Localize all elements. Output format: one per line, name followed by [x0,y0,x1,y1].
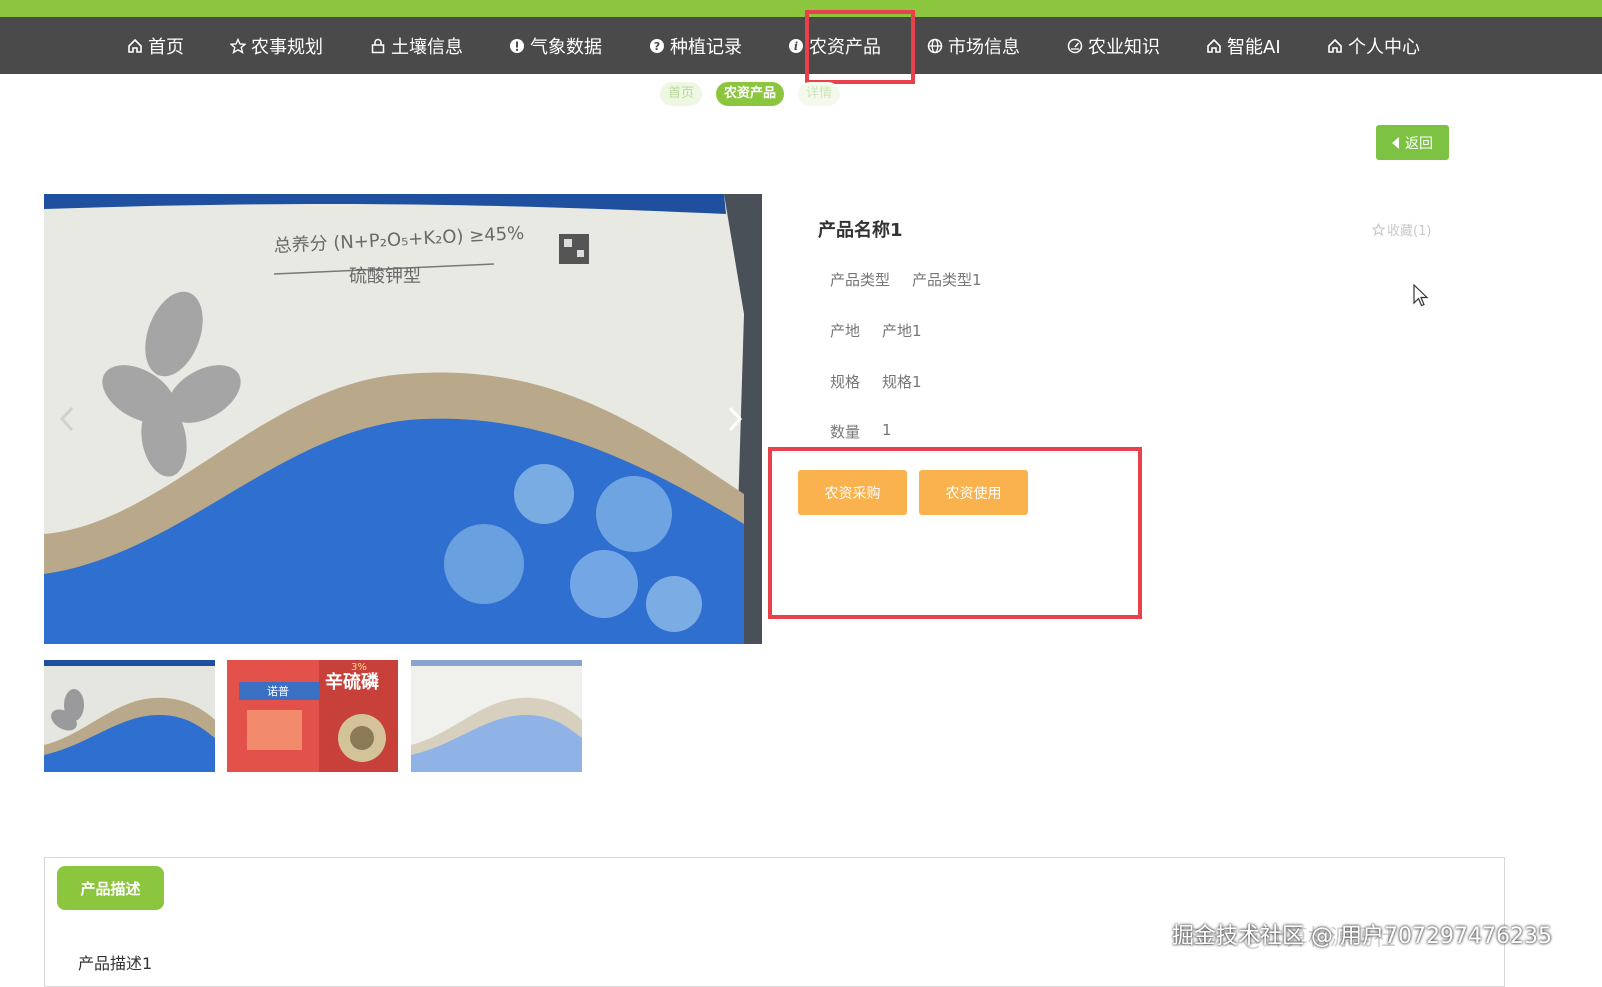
lock-icon [369,37,387,55]
home-icon [1326,37,1344,55]
breadcrumb-home[interactable]: 首页 [660,82,703,106]
nav-item-soil-info[interactable]: 土壤信息 [369,17,463,74]
home-icon [1205,37,1223,55]
nav-item-agri-products[interactable]: i 农资产品 [787,17,881,74]
nav-item-label: 智能AI [1227,36,1281,58]
product-main-image: 总养分 (N+P₂O₅+K₂O) ≥45% 硫酸钾型 [44,194,762,644]
field-value: 产品类型1 [912,271,982,289]
nav-item-label: 农资产品 [809,36,881,58]
star-outline-icon [1372,223,1385,236]
field-label: 产品类型 [830,271,891,289]
nav-item-planting-records[interactable]: ? 种植记录 [648,17,742,74]
product-name: 产品名称1 [818,220,903,241]
field-product-type: 产品类型 产品类型1 [830,269,982,290]
nav-item-label: 土壤信息 [391,36,463,58]
back-button-label: 返回 [1405,135,1433,152]
back-button[interactable]: 返回 [1376,125,1449,160]
main-navbar: 首页 农事规划 土壤信息 气象数据 ? 种植记录 i 农资产品 市场信息 农业知… [0,17,1602,74]
field-label: 规格 [830,373,861,391]
svg-text:?: ? [654,40,660,53]
nav-item-label: 个人中心 [1348,36,1420,58]
nav-item-market-info[interactable]: 市场信息 [926,17,1020,74]
thumbnail-1[interactable] [44,660,215,772]
field-label: 产地 [830,322,861,340]
field-quantity: 数量 1 [830,421,892,442]
alert-icon [508,37,526,55]
field-value: 产地1 [882,322,922,340]
home-icon [126,37,144,55]
nav-item-label: 农事规划 [251,36,323,58]
field-label: 数量 [830,423,861,441]
field-value: 1 [882,421,892,439]
nav-item-label: 市场信息 [948,36,1020,58]
thumb2-tag-text: 诺普 [267,684,289,698]
favorite-label: 收藏(1) [1387,224,1432,239]
description-text: 产品描述1 [78,954,153,973]
nav-item-smart-ai[interactable]: 智能AI [1205,17,1281,74]
chevron-right-icon [728,406,743,432]
question-icon: ? [648,37,666,55]
watermark-juejin: 掘金技术社区 @ 用户7072974762​35 [1172,924,1552,949]
use-button[interactable]: 农资使用 [919,470,1028,515]
bag-text-type: 硫酸钾型 [349,266,421,287]
gauge-icon [1066,37,1084,55]
nav-item-label: 农业知识 [1088,36,1160,58]
purchase-button[interactable]: 农资采购 [798,470,907,515]
field-spec: 规格 规格1 [830,371,922,392]
info-icon: i [787,37,805,55]
caret-left-icon [1392,136,1399,149]
globe-icon [926,37,944,55]
chevron-left-icon [59,406,74,432]
star-icon [229,37,247,55]
svg-text:i: i [794,40,798,53]
mouse-cursor-icon [1413,284,1429,307]
nav-item-weather-data[interactable]: 气象数据 [508,17,602,74]
field-origin: 产地 产地1 [830,320,922,341]
favorite-button[interactable]: 收藏(1) [1372,220,1431,239]
nav-item-user-center[interactable]: 个人中心 [1326,17,1420,74]
breadcrumb-detail: 详情 [798,82,841,106]
breadcrumb: 首页 农资产品 详情 [660,82,841,106]
carousel-next-button[interactable] [720,399,750,439]
breadcrumb-current[interactable]: 农资产品 [716,82,785,106]
thumb2-label-text: 辛硫磷 [325,671,380,693]
top-accent-strip [0,0,1602,17]
carousel-prev-button[interactable] [52,399,82,439]
nav-item-agri-knowledge[interactable]: 农业知识 [1066,17,1160,74]
nav-item-home[interactable]: 首页 [126,17,184,74]
nav-item-label: 首页 [148,36,184,58]
field-value: 规格1 [882,373,922,391]
fertilizer-bag-image: 总养分 (N+P₂O₅+K₂O) ≥45% 硫酸钾型 [44,194,762,644]
nav-item-label: 气象数据 [530,36,602,58]
nav-item-label: 种植记录 [670,36,742,58]
thumbnail-3[interactable] [411,660,582,772]
nav-item-farm-planning[interactable]: 农事规划 [229,17,323,74]
thumbnail-2[interactable]: 诺普 3% 辛硫磷 [227,660,398,772]
tab-description[interactable]: 产品描述 [57,866,164,910]
